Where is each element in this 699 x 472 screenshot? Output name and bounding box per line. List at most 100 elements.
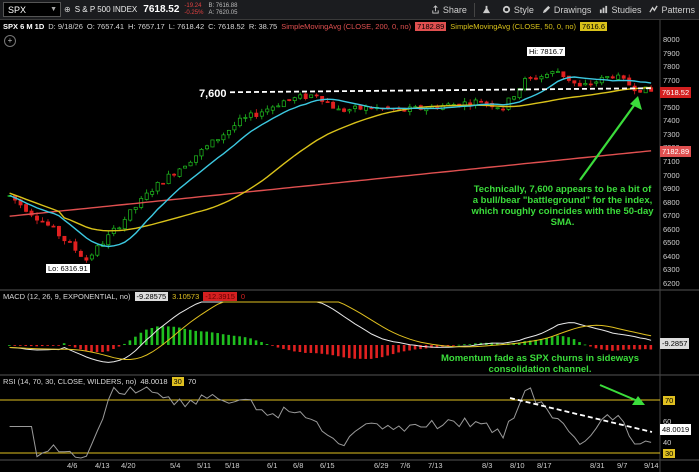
candle-body bbox=[62, 235, 67, 242]
rsi-annotation-arrow bbox=[599, 384, 641, 403]
candle-body bbox=[610, 76, 615, 79]
macd-histogram-bar bbox=[463, 344, 466, 346]
macd-histogram-bar bbox=[254, 340, 258, 345]
candle-body bbox=[588, 83, 593, 86]
candle-body bbox=[594, 81, 599, 84]
candle-body bbox=[89, 254, 94, 260]
candle-body bbox=[210, 139, 215, 148]
macd-histogram-bar bbox=[199, 331, 203, 345]
candle-body bbox=[226, 129, 231, 136]
candle-body bbox=[166, 173, 171, 185]
macd-histogram-bar bbox=[123, 343, 126, 345]
macd-histogram-bar bbox=[79, 345, 82, 350]
date-axis-label: 9/7 bbox=[617, 461, 628, 470]
macd-histogram-bar bbox=[600, 345, 603, 350]
macd-histogram-bar bbox=[106, 345, 110, 352]
macd-histogram-bar bbox=[29, 345, 33, 347]
candle-body bbox=[627, 77, 632, 86]
macd-histogram-bar bbox=[161, 326, 165, 345]
date-axis-label: 4/6 bbox=[67, 461, 78, 470]
candle-body bbox=[194, 155, 198, 163]
macd-histogram-bar bbox=[561, 336, 565, 345]
candle-body bbox=[259, 111, 264, 117]
candle-body bbox=[616, 74, 621, 80]
candle-body bbox=[528, 77, 533, 79]
candle-body bbox=[254, 112, 259, 117]
macd-histogram-bar bbox=[616, 345, 620, 351]
candle-body bbox=[473, 99, 478, 106]
macd-histogram-bar bbox=[298, 345, 302, 353]
date-axis-label: 9/14 bbox=[644, 461, 659, 470]
price-annotation: Technically, 7,600 appears to be a bit o… bbox=[471, 184, 654, 228]
macd-histogram-bar bbox=[627, 345, 631, 350]
macd-histogram-bar bbox=[556, 335, 559, 345]
macd-diff: -12.3915 bbox=[203, 292, 237, 301]
macd-histogram-bar bbox=[315, 345, 318, 354]
date-axis-label: 5/18 bbox=[225, 461, 240, 470]
chart-canvas bbox=[0, 20, 699, 472]
macd-histogram-bar bbox=[605, 345, 609, 351]
candle-body bbox=[73, 241, 78, 251]
candle-body bbox=[270, 106, 275, 111]
macd-histogram-bar bbox=[408, 345, 411, 351]
macd-histogram-bar bbox=[205, 331, 208, 345]
candle-body bbox=[161, 182, 166, 185]
macd-histogram-bar bbox=[353, 345, 357, 359]
candle-body bbox=[232, 125, 237, 131]
rsi-axis: 70 60 40 30 bbox=[660, 0, 699, 472]
rsi-title-bar: RSI (14, 70, 30, CLOSE, WILDERS, no) 48.… bbox=[0, 377, 200, 386]
candle-body bbox=[78, 250, 83, 257]
macd-title: MACD (12, 26, 9, EXPONENTIAL, no) bbox=[3, 292, 131, 301]
candle-body bbox=[40, 220, 45, 223]
candle-body bbox=[572, 80, 577, 84]
macd-histogram-bar bbox=[391, 345, 395, 355]
macd-histogram-bar bbox=[13, 345, 17, 346]
date-axis-label: 5/11 bbox=[197, 461, 212, 470]
candle-body bbox=[24, 204, 28, 212]
candle-body bbox=[35, 215, 39, 221]
macd-histogram-bar bbox=[375, 345, 378, 359]
macd-histogram-bar bbox=[611, 345, 614, 351]
macd-histogram-bar bbox=[68, 345, 71, 346]
candle-body bbox=[347, 109, 352, 112]
macd-histogram-bar bbox=[638, 345, 642, 350]
candle-body bbox=[331, 101, 336, 109]
candle-body bbox=[561, 71, 566, 78]
macd-histogram-bar bbox=[452, 345, 455, 346]
candle-body bbox=[188, 161, 193, 167]
macd-histogram-bar bbox=[468, 344, 472, 345]
candle-body bbox=[177, 168, 182, 177]
macd-histogram-bar bbox=[128, 340, 132, 345]
rsi-annotation: Momentum fade as SPX churns in sideways … bbox=[441, 353, 639, 375]
macd-histogram-bar bbox=[397, 345, 400, 353]
macd-title-bar: MACD (12, 26, 9, EXPONENTIAL, no) -9.285… bbox=[0, 292, 249, 301]
macd-histogram-bar bbox=[386, 345, 389, 356]
macd-histogram-bar bbox=[112, 345, 115, 349]
date-axis-label: 6/29 bbox=[374, 461, 389, 470]
macd-histogram-bar bbox=[276, 345, 280, 348]
candle-body bbox=[237, 117, 242, 127]
candle-body bbox=[314, 94, 319, 97]
candle-body bbox=[287, 99, 292, 101]
date-axis-label: 8/10 bbox=[510, 461, 525, 470]
rsi-os: 70 bbox=[187, 377, 197, 386]
candle-body bbox=[243, 117, 248, 119]
candle-body bbox=[621, 75, 626, 79]
macd-histogram-bar bbox=[8, 345, 11, 346]
date-axis-label: 7/6 bbox=[400, 461, 411, 470]
level-7600-line bbox=[229, 87, 653, 94]
macd-signal-line bbox=[9, 301, 652, 360]
macd-histogram-bar bbox=[622, 345, 625, 350]
candle-body bbox=[523, 78, 527, 90]
candle-body bbox=[342, 108, 347, 112]
rsi-trend-line bbox=[509, 397, 653, 433]
macd-histogram-bar bbox=[51, 345, 55, 346]
candle-body bbox=[67, 241, 72, 243]
candle-body bbox=[144, 192, 149, 200]
macd-histogram-bar bbox=[342, 345, 346, 358]
macd-histogram-bar bbox=[57, 345, 60, 346]
macd-histogram-bar bbox=[194, 330, 198, 345]
candle-body bbox=[484, 101, 489, 104]
macd-histogram-bar bbox=[18, 345, 22, 346]
macd-histogram-bar bbox=[40, 345, 44, 347]
